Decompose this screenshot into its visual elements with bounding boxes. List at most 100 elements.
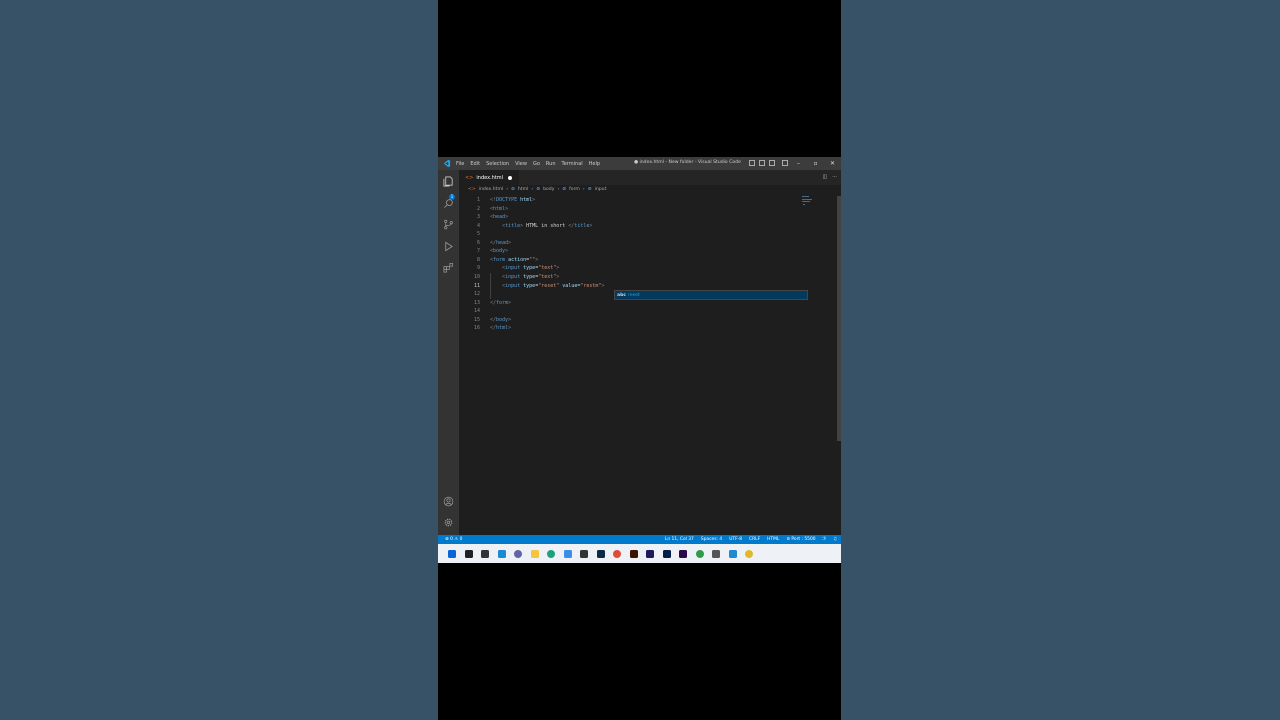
eol-status[interactable]: CRLF <box>749 537 760 542</box>
breadcrumb-item[interactable]: html <box>518 187 528 192</box>
tab-index-html[interactable]: <> index.html <box>459 170 519 185</box>
code-line[interactable]: 1 <!DOCTYPE html> <box>459 196 819 205</box>
account-icon[interactable] <box>443 496 454 507</box>
more-actions-icon[interactable]: ··· <box>832 174 837 180</box>
chrome-3-icon[interactable] <box>743 548 756 560</box>
symbol-icon: ⊘ <box>511 187 515 192</box>
task-view-icon[interactable] <box>479 548 492 560</box>
minimap[interactable] <box>802 196 832 216</box>
menu-run[interactable]: Run <box>546 161 556 167</box>
breadcrumb-item[interactable]: index.html <box>479 187 504 192</box>
line-number: 13 <box>473 299 480 306</box>
toggle-panel-icon[interactable] <box>759 160 765 166</box>
line-number: 2 <box>476 205 480 212</box>
line-number: 8 <box>476 256 480 263</box>
customize-layout-icon[interactable] <box>782 160 788 166</box>
search-icon[interactable] <box>463 548 476 560</box>
menu-view[interactable]: View <box>515 161 527 167</box>
code-line[interactable]: 9 <input type="text"> <box>459 264 819 273</box>
code-line[interactable]: 7 <body> <box>459 247 819 256</box>
problems-status[interactable]: ⊗ 0 ⚠ 0 <box>445 537 462 542</box>
vertical-scrollbar[interactable] <box>837 196 841 441</box>
code-line[interactable]: 2 <html> <box>459 205 819 214</box>
code-line[interactable]: 3 <head> <box>459 213 819 222</box>
suggest-widget[interactable]: abc reset <box>614 290 808 300</box>
source-control-icon[interactable] <box>443 219 454 230</box>
breadcrumb-item[interactable]: body <box>543 187 554 192</box>
start-icon[interactable] <box>446 548 459 560</box>
app-icon[interactable] <box>578 548 591 560</box>
maximize-icon[interactable]: ▫ <box>807 157 824 170</box>
cursor-position[interactable]: Ln 11, Col 37 <box>665 537 694 542</box>
media-encoder-icon[interactable] <box>644 548 657 560</box>
audition-icon[interactable] <box>661 548 674 560</box>
accounts-icon[interactable]: ℛ <box>823 537 827 542</box>
edge-icon[interactable] <box>545 548 558 560</box>
layout-controls <box>749 160 788 166</box>
code-line[interactable]: 4 <title> HTML in short </title> <box>459 222 819 231</box>
breadcrumb-item[interactable]: input <box>595 187 607 192</box>
close-icon[interactable]: ✕ <box>824 157 841 170</box>
code-line[interactable]: 15 </body> <box>459 316 819 325</box>
breadcrumb-separator-icon: › <box>531 187 534 192</box>
code-line[interactable]: 10 <input type="text"> <box>459 273 819 282</box>
live-server-port[interactable]: ⊘ Port : 5500 <box>786 537 815 542</box>
breadcrumb-item[interactable]: form <box>569 187 580 192</box>
code-text: <!DOCTYPE html> <box>490 197 536 203</box>
menu-file[interactable]: File <box>456 161 464 167</box>
explorer-icon[interactable] <box>443 176 454 187</box>
breadcrumb-separator-icon: › <box>557 187 560 192</box>
search-icon[interactable] <box>443 198 454 209</box>
settings-gear-icon[interactable] <box>443 517 454 528</box>
symbol-icon: ⊘ <box>536 187 541 192</box>
toggle-primary-sidebar-icon[interactable] <box>749 160 755 166</box>
line-number: 3 <box>476 214 480 221</box>
menu-terminal[interactable]: Terminal <box>562 161 583 167</box>
menu-go[interactable]: Go <box>533 161 540 167</box>
symbol-icon: ⊘ <box>562 187 567 192</box>
menu-bar: File Edit Selection View Go Run Terminal Help <box>456 161 606 167</box>
vscode-window: File Edit Selection View Go Run Terminal Help ●… <box>438 157 841 563</box>
code-line[interactable]: 6 </head> <box>459 239 819 248</box>
menu-edit[interactable]: Edit <box>470 161 480 167</box>
code-line[interactable]: 8 <form action=""> <box>459 256 819 265</box>
menu-help[interactable]: Help <box>589 161 600 167</box>
breadcrumb-separator-icon: › <box>582 187 585 192</box>
file-explorer-icon[interactable] <box>529 548 542 560</box>
code-line[interactable]: 11 <input type="reset" value="restm"> <box>459 282 819 291</box>
store-icon[interactable] <box>562 548 575 560</box>
extensions-icon[interactable] <box>443 262 454 273</box>
split-editor-icon[interactable]: ◫ <box>822 174 827 180</box>
code-text: <input type="reset" value="restm"> <box>502 282 605 289</box>
chrome-icon[interactable] <box>611 548 624 560</box>
suggestion-item[interactable]: reset <box>628 293 640 298</box>
language-mode[interactable]: HTML <box>767 537 779 542</box>
title-bar: File Edit Selection View Go Run Terminal Help ●… <box>438 157 841 170</box>
photoshop-icon[interactable] <box>595 548 608 560</box>
window-title: ● index.html - New folder - Visual Studi… <box>634 160 741 165</box>
illustrator-icon[interactable] <box>628 548 641 560</box>
minimize-icon[interactable]: – <box>790 157 807 170</box>
encoding-status[interactable]: UTF-8 <box>729 537 742 542</box>
code-line[interactable]: 14 <box>459 307 819 316</box>
chrome-2-icon[interactable] <box>694 548 707 560</box>
unsaved-dot-icon[interactable] <box>508 175 513 180</box>
code-text: <html> <box>490 205 509 212</box>
indentation-status[interactable]: Spaces: 4 <box>701 537 722 542</box>
line-number: 16 <box>473 325 480 332</box>
code-editor[interactable]: 1 <!DOCTYPE html> 2 <html> 3 <head> 4 <title> … <box>459 196 819 536</box>
menu-selection[interactable]: Selection <box>486 161 509 167</box>
code-line[interactable]: 16 </html> <box>459 324 819 333</box>
notifications-icon[interactable]: ♫ <box>833 537 837 542</box>
tab-bar: <> index.html ◫ ··· <box>459 170 841 185</box>
chat-icon[interactable] <box>512 548 525 560</box>
code-line[interactable]: 5 <box>459 230 819 239</box>
premiere-icon[interactable] <box>677 548 690 560</box>
toggle-secondary-sidebar-icon[interactable] <box>769 160 775 166</box>
windows-taskbar <box>438 544 841 563</box>
notes-icon[interactable] <box>710 548 723 560</box>
widgets-icon[interactable] <box>496 548 509 560</box>
line-number: 4 <box>476 222 480 229</box>
run-debug-icon[interactable] <box>443 241 454 252</box>
vscode-icon[interactable] <box>727 548 740 560</box>
